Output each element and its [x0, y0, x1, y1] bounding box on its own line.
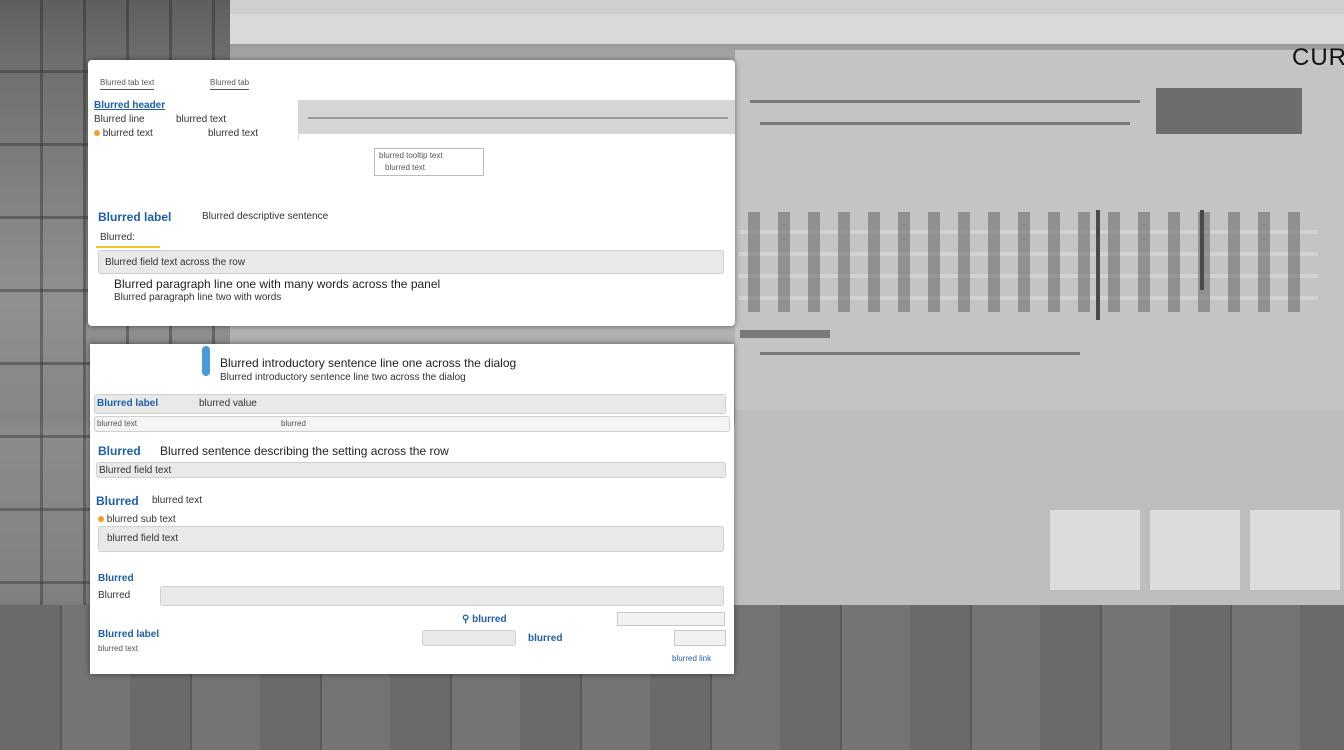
status-dot-icon	[98, 516, 104, 523]
row5-label: Blurred label	[98, 629, 160, 640]
row5-button[interactable]	[674, 630, 726, 646]
row5-sub: blurred text	[98, 644, 139, 653]
row5-filter-label[interactable]: blurred	[528, 633, 562, 644]
row5-search-label[interactable]: ⚲ blurred	[462, 614, 507, 625]
row3-label: Blurred	[96, 494, 139, 508]
background-line	[760, 122, 1130, 125]
row2-text: Blurred sentence describing the setting …	[160, 444, 449, 458]
tooltip-line-2: blurred text	[385, 163, 426, 172]
text-field[interactable]: Blurred field text across the row	[98, 250, 724, 274]
background-line	[740, 330, 830, 338]
header-line2-right: blurred text	[208, 128, 259, 139]
status-dot-icon	[94, 130, 100, 137]
row3-text: blurred text	[152, 495, 203, 506]
row1-sub-left: blurred text	[97, 419, 138, 428]
row1-sub-field[interactable]: blurred text blurred	[94, 416, 730, 432]
background-line	[750, 100, 1140, 103]
row3-sub: blurred sub text	[98, 514, 176, 525]
background-dark-panel	[1156, 88, 1302, 134]
header-line-right: blurred text	[176, 114, 227, 125]
background-panel	[1250, 510, 1340, 590]
background-grid	[738, 212, 1318, 312]
info-icon	[202, 346, 210, 376]
highlight-underline	[96, 246, 160, 248]
background-panel	[1150, 510, 1240, 590]
background-topbar	[230, 0, 1344, 14]
body-line-2: Blurred paragraph line two with words	[114, 292, 282, 303]
background-topbar-2	[230, 14, 1344, 44]
row2-field-value: Blurred field text	[99, 465, 172, 476]
tab-2[interactable]: Blurred tab	[210, 78, 250, 90]
settings-dialog-top: Blurred tab text Blurred tab Blurred hea…	[88, 60, 735, 326]
section-sublabel: Blurred:	[100, 232, 136, 243]
row2-label: Blurred	[98, 444, 141, 458]
row4-field[interactable]	[160, 586, 724, 606]
row2-field[interactable]: Blurred field text	[96, 462, 726, 478]
body-line-1: Blurred paragraph line one with many wor…	[114, 277, 441, 291]
toolbar-strip	[298, 100, 735, 134]
tab-strip: Blurred tab text Blurred tab	[88, 60, 735, 104]
header-line2-left: blurred text	[94, 128, 153, 139]
header-title: Blurred header	[94, 100, 166, 111]
intro-line-2: Blurred introductory sentence line two a…	[220, 372, 466, 383]
header-panel: Blurred header Blurred line blurred text…	[88, 100, 299, 140]
row5-input[interactable]	[422, 630, 516, 646]
row4-label: Blurred	[98, 573, 134, 584]
settings-dialog-bottom: Blurred introductory sentence line one a…	[90, 344, 734, 674]
background-line	[760, 352, 1080, 355]
background-grid-bar	[1096, 210, 1100, 320]
background-grid-bar	[1200, 210, 1204, 290]
background-panel	[1050, 510, 1140, 590]
row3-field[interactable]: blurred field text	[98, 526, 724, 552]
row1-label: Blurred label	[97, 398, 159, 409]
row5-button-top[interactable]	[617, 612, 725, 626]
section-description: Blurred descriptive sentence	[202, 211, 329, 222]
tooltip: blurred tooltip text blurred text	[374, 148, 484, 176]
row1-value: blurred value	[199, 398, 257, 409]
row3-field-value: blurred field text	[107, 533, 179, 544]
section-label: Blurred label	[98, 210, 172, 224]
row1-sub-right: blurred	[281, 419, 306, 428]
background-logo-text: CURR	[1292, 44, 1344, 71]
row1-field[interactable]: Blurred label blurred value	[94, 394, 726, 414]
intro-line-1: Blurred introductory sentence line one a…	[220, 356, 517, 370]
row4-sub: Blurred	[98, 590, 131, 601]
header-line-left: Blurred line	[94, 114, 145, 125]
tooltip-line-1: blurred tooltip text	[379, 151, 443, 160]
tab-1[interactable]: Blurred tab text	[100, 78, 155, 90]
text-field-value: Blurred field text across the row	[105, 257, 246, 268]
footer-link[interactable]: blurred link	[672, 654, 711, 663]
toolbar-divider	[308, 117, 728, 119]
